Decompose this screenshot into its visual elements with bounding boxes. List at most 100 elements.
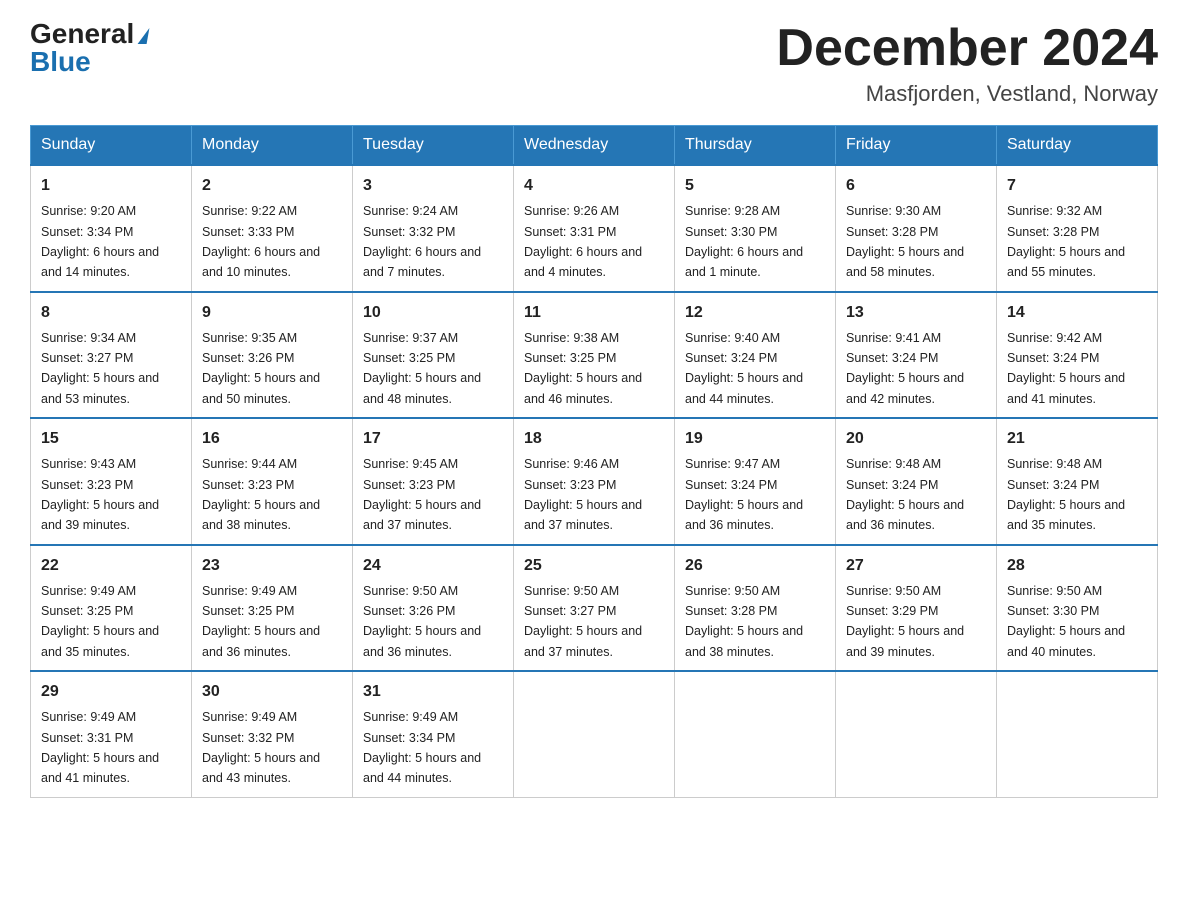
day-number: 14: [1007, 301, 1147, 325]
calendar-cell: [675, 671, 836, 797]
day-number: 22: [41, 554, 181, 578]
page-header: General Blue December 2024 Masfjorden, V…: [30, 20, 1158, 107]
day-info: Sunrise: 9:49 AMSunset: 3:25 PMDaylight:…: [41, 584, 159, 659]
calendar-cell: 28 Sunrise: 9:50 AMSunset: 3:30 PMDayligh…: [997, 545, 1158, 672]
day-number: 29: [41, 680, 181, 704]
day-info: Sunrise: 9:42 AMSunset: 3:24 PMDaylight:…: [1007, 331, 1125, 406]
day-number: 4: [524, 174, 664, 198]
day-info: Sunrise: 9:49 AMSunset: 3:31 PMDaylight:…: [41, 710, 159, 785]
day-number: 10: [363, 301, 503, 325]
day-info: Sunrise: 9:50 AMSunset: 3:30 PMDaylight:…: [1007, 584, 1125, 659]
col-header-sunday: Sunday: [31, 126, 192, 166]
day-info: Sunrise: 9:45 AMSunset: 3:23 PMDaylight:…: [363, 457, 481, 532]
calendar-cell: 30Sunrise: 9:49 AMSunset: 3:32 PMDayligh…: [192, 671, 353, 797]
day-number: 26: [685, 554, 825, 578]
calendar-cell: 23 Sunrise: 9:49 AMSunset: 3:25 PMDayligh…: [192, 545, 353, 672]
calendar-cell: 31Sunrise: 9:49 AMSunset: 3:34 PMDayligh…: [353, 671, 514, 797]
day-info: Sunrise: 9:50 AMSunset: 3:26 PMDaylight:…: [363, 584, 481, 659]
calendar-cell: [514, 671, 675, 797]
calendar-cell: 15Sunrise: 9:43 AMSunset: 3:23 PMDayligh…: [31, 418, 192, 545]
day-info: Sunrise: 9:37 AMSunset: 3:25 PMDaylight:…: [363, 331, 481, 406]
day-info: Sunrise: 9:32 AMSunset: 3:28 PMDaylight:…: [1007, 204, 1125, 279]
calendar-cell: 29 Sunrise: 9:49 AMSunset: 3:31 PMDayligh…: [31, 671, 192, 797]
day-info: Sunrise: 9:20 AMSunset: 3:34 PMDaylight:…: [41, 204, 159, 279]
calendar-cell: 18 Sunrise: 9:46 AMSunset: 3:23 PMDayligh…: [514, 418, 675, 545]
day-number: 19: [685, 427, 825, 451]
day-info: Sunrise: 9:50 AMSunset: 3:29 PMDaylight:…: [846, 584, 964, 659]
day-info: Sunrise: 9:40 AMSunset: 3:24 PMDaylight:…: [685, 331, 803, 406]
calendar-cell: 8 Sunrise: 9:34 AMSunset: 3:27 PMDaylight…: [31, 292, 192, 419]
day-number: 7: [1007, 174, 1147, 198]
calendar-cell: 24 Sunrise: 9:50 AMSunset: 3:26 PMDayligh…: [353, 545, 514, 672]
calendar-cell: 5 Sunrise: 9:28 AMSunset: 3:30 PMDaylight…: [675, 165, 836, 292]
calendar-week-row: 15Sunrise: 9:43 AMSunset: 3:23 PMDayligh…: [31, 418, 1158, 545]
calendar-cell: 16 Sunrise: 9:44 AMSunset: 3:23 PMDayligh…: [192, 418, 353, 545]
calendar-cell: 6 Sunrise: 9:30 AMSunset: 3:28 PMDaylight…: [836, 165, 997, 292]
day-number: 25: [524, 554, 664, 578]
day-number: 28: [1007, 554, 1147, 578]
day-number: 24: [363, 554, 503, 578]
day-number: 12: [685, 301, 825, 325]
day-info: Sunrise: 9:22 AMSunset: 3:33 PMDaylight:…: [202, 204, 320, 279]
logo-blue-text: Blue: [30, 46, 91, 77]
calendar-week-row: 22 Sunrise: 9:49 AMSunset: 3:25 PMDayligh…: [31, 545, 1158, 672]
title-block: December 2024 Masfjorden, Vestland, Norw…: [776, 20, 1158, 107]
calendar-cell: 22 Sunrise: 9:49 AMSunset: 3:25 PMDayligh…: [31, 545, 192, 672]
calendar-cell: 17 Sunrise: 9:45 AMSunset: 3:23 PMDayligh…: [353, 418, 514, 545]
day-number: 1: [41, 174, 181, 198]
day-info: Sunrise: 9:26 AMSunset: 3:31 PMDaylight:…: [524, 204, 642, 279]
day-number: 16: [202, 427, 342, 451]
col-header-tuesday: Tuesday: [353, 126, 514, 166]
day-number: 9: [202, 301, 342, 325]
day-number: 17: [363, 427, 503, 451]
day-info: Sunrise: 9:48 AMSunset: 3:24 PMDaylight:…: [846, 457, 964, 532]
logo-general-text: General: [30, 20, 134, 48]
col-header-monday: Monday: [192, 126, 353, 166]
calendar-cell: 11 Sunrise: 9:38 AMSunset: 3:25 PMDayligh…: [514, 292, 675, 419]
day-info: Sunrise: 9:34 AMSunset: 3:27 PMDaylight:…: [41, 331, 159, 406]
day-number: 3: [363, 174, 503, 198]
col-header-wednesday: Wednesday: [514, 126, 675, 166]
col-header-saturday: Saturday: [997, 126, 1158, 166]
day-number: 27: [846, 554, 986, 578]
calendar-cell: 25Sunrise: 9:50 AMSunset: 3:27 PMDayligh…: [514, 545, 675, 672]
calendar-cell: 19 Sunrise: 9:47 AMSunset: 3:24 PMDayligh…: [675, 418, 836, 545]
day-info: Sunrise: 9:41 AMSunset: 3:24 PMDaylight:…: [846, 331, 964, 406]
day-number: 2: [202, 174, 342, 198]
day-info: Sunrise: 9:47 AMSunset: 3:24 PMDaylight:…: [685, 457, 803, 532]
day-number: 13: [846, 301, 986, 325]
day-info: Sunrise: 9:46 AMSunset: 3:23 PMDaylight:…: [524, 457, 642, 532]
day-number: 6: [846, 174, 986, 198]
day-info: Sunrise: 9:38 AMSunset: 3:25 PMDaylight:…: [524, 331, 642, 406]
day-info: Sunrise: 9:24 AMSunset: 3:32 PMDaylight:…: [363, 204, 481, 279]
day-number: 15: [41, 427, 181, 451]
day-number: 21: [1007, 427, 1147, 451]
calendar-week-row: 29 Sunrise: 9:49 AMSunset: 3:31 PMDayligh…: [31, 671, 1158, 797]
calendar-cell: 20Sunrise: 9:48 AMSunset: 3:24 PMDayligh…: [836, 418, 997, 545]
calendar-cell: 14 Sunrise: 9:42 AMSunset: 3:24 PMDayligh…: [997, 292, 1158, 419]
calendar-cell: 7 Sunrise: 9:32 AMSunset: 3:28 PMDaylight…: [997, 165, 1158, 292]
day-number: 18: [524, 427, 664, 451]
day-number: 30: [202, 680, 342, 704]
calendar-cell: 3 Sunrise: 9:24 AMSunset: 3:32 PMDaylight…: [353, 165, 514, 292]
calendar-week-row: 8 Sunrise: 9:34 AMSunset: 3:27 PMDaylight…: [31, 292, 1158, 419]
logo: General Blue: [30, 20, 148, 76]
calendar-cell: [836, 671, 997, 797]
day-number: 5: [685, 174, 825, 198]
calendar-cell: 26 Sunrise: 9:50 AMSunset: 3:28 PMDayligh…: [675, 545, 836, 672]
calendar-cell: 1 Sunrise: 9:20 AMSunset: 3:34 PMDaylight…: [31, 165, 192, 292]
calendar-table: SundayMondayTuesdayWednesdayThursdayFrid…: [30, 125, 1158, 798]
day-info: Sunrise: 9:50 AMSunset: 3:28 PMDaylight:…: [685, 584, 803, 659]
day-info: Sunrise: 9:30 AMSunset: 3:28 PMDaylight:…: [846, 204, 964, 279]
calendar-header-row: SundayMondayTuesdayWednesdayThursdayFrid…: [31, 126, 1158, 166]
day-info: Sunrise: 9:49 AMSunset: 3:25 PMDaylight:…: [202, 584, 320, 659]
calendar-cell: 13 Sunrise: 9:41 AMSunset: 3:24 PMDayligh…: [836, 292, 997, 419]
day-number: 23: [202, 554, 342, 578]
day-number: 31: [363, 680, 503, 704]
day-number: 11: [524, 301, 664, 325]
day-info: Sunrise: 9:28 AMSunset: 3:30 PMDaylight:…: [685, 204, 803, 279]
month-title: December 2024: [776, 20, 1158, 77]
col-header-thursday: Thursday: [675, 126, 836, 166]
day-info: Sunrise: 9:44 AMSunset: 3:23 PMDaylight:…: [202, 457, 320, 532]
day-number: 8: [41, 301, 181, 325]
